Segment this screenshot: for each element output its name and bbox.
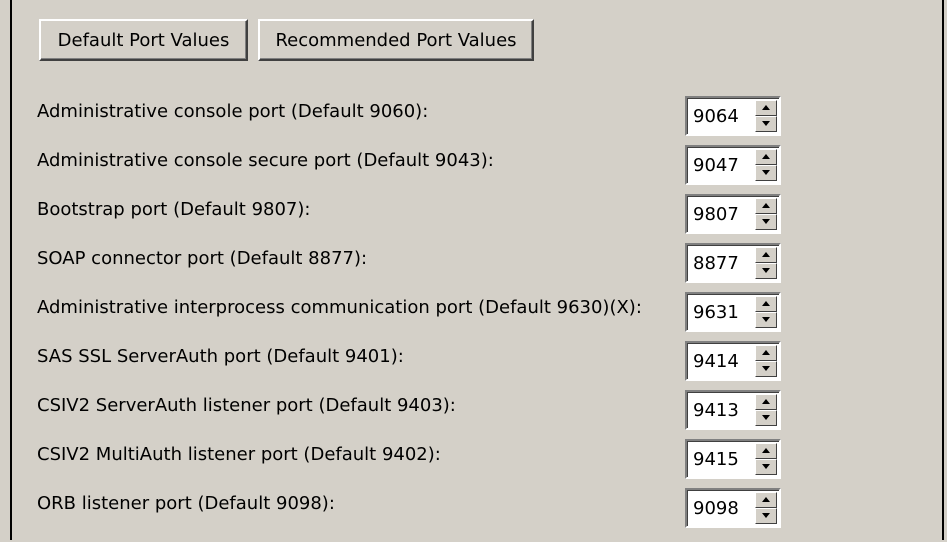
port-spinner-csiv2-serverauth[interactable]: 9413: [685, 390, 781, 430]
port-label-soap-connector: SOAP connector port (Default 8877):: [37, 248, 368, 269]
spin-up-button[interactable]: [755, 492, 777, 508]
spin-down-button[interactable]: [755, 263, 777, 279]
spin-down-button[interactable]: [755, 312, 777, 328]
port-value[interactable]: 9064: [693, 106, 739, 127]
port-spinner-admin-interprocess[interactable]: 9631: [685, 292, 781, 332]
port-label-admin-console: Administrative console port (Default 906…: [37, 101, 429, 122]
port-value[interactable]: 9631: [693, 302, 739, 323]
spin-up-button[interactable]: [755, 198, 777, 214]
arrow-up-icon: [762, 252, 770, 257]
arrow-up-icon: [762, 154, 770, 159]
arrow-up-icon: [762, 448, 770, 453]
port-value[interactable]: 9047: [693, 155, 739, 176]
port-value[interactable]: 9413: [693, 400, 739, 421]
arrow-down-icon: [762, 219, 770, 224]
port-value[interactable]: 8877: [693, 253, 739, 274]
spin-up-button[interactable]: [755, 345, 777, 361]
spin-up-button[interactable]: [755, 100, 777, 116]
port-spinner-sas-ssl[interactable]: 9414: [685, 341, 781, 381]
spin-down-button[interactable]: [755, 410, 777, 426]
port-label-sas-ssl: SAS SSL ServerAuth port (Default 9401):: [37, 346, 404, 367]
spin-down-button[interactable]: [755, 459, 777, 475]
spin-down-button[interactable]: [755, 116, 777, 132]
port-spinner-admin-console-secure[interactable]: 9047: [685, 145, 781, 185]
port-value[interactable]: 9807: [693, 204, 739, 225]
arrow-down-icon: [762, 415, 770, 420]
arrow-up-icon: [762, 497, 770, 502]
arrow-down-icon: [762, 513, 770, 518]
port-spinner-csiv2-multiauth[interactable]: 9415: [685, 439, 781, 479]
port-spinner-soap-connector[interactable]: 8877: [685, 243, 781, 283]
spin-up-button[interactable]: [755, 247, 777, 263]
spin-up-button[interactable]: [755, 149, 777, 165]
port-spinner-admin-console[interactable]: 9064: [685, 96, 781, 136]
arrow-up-icon: [762, 301, 770, 306]
spin-down-button[interactable]: [755, 508, 777, 524]
port-value[interactable]: 9415: [693, 449, 739, 470]
arrow-down-icon: [762, 121, 770, 126]
arrow-up-icon: [762, 203, 770, 208]
arrow-up-icon: [762, 399, 770, 404]
spin-down-button[interactable]: [755, 214, 777, 230]
port-label-orb-listener: ORB listener port (Default 9098):: [37, 493, 335, 514]
recommended-port-values-button[interactable]: Recommended Port Values: [258, 19, 534, 61]
arrow-down-icon: [762, 268, 770, 273]
spin-up-button[interactable]: [755, 296, 777, 312]
arrow-down-icon: [762, 170, 770, 175]
port-label-admin-interprocess: Administrative interprocess communicatio…: [37, 297, 642, 318]
port-label-bootstrap: Bootstrap port (Default 9807):: [37, 199, 311, 220]
port-label-admin-console-secure: Administrative console secure port (Defa…: [37, 150, 494, 171]
port-spinner-bootstrap[interactable]: 9807: [685, 194, 781, 234]
arrow-down-icon: [762, 366, 770, 371]
port-value[interactable]: 9098: [693, 498, 739, 519]
spin-up-button[interactable]: [755, 394, 777, 410]
port-value[interactable]: 9414: [693, 351, 739, 372]
port-label-csiv2-multiauth: CSIV2 MultiAuth listener port (Default 9…: [37, 444, 441, 465]
arrow-up-icon: [762, 105, 770, 110]
arrow-down-icon: [762, 464, 770, 469]
port-spinner-orb-listener[interactable]: 9098: [685, 488, 781, 528]
default-port-values-button[interactable]: Default Port Values: [39, 19, 248, 61]
spin-up-button[interactable]: [755, 443, 777, 459]
arrow-down-icon: [762, 317, 770, 322]
arrow-up-icon: [762, 350, 770, 355]
port-label-csiv2-serverauth: CSIV2 ServerAuth listener port (Default …: [37, 395, 456, 416]
spin-down-button[interactable]: [755, 165, 777, 181]
spin-down-button[interactable]: [755, 361, 777, 377]
